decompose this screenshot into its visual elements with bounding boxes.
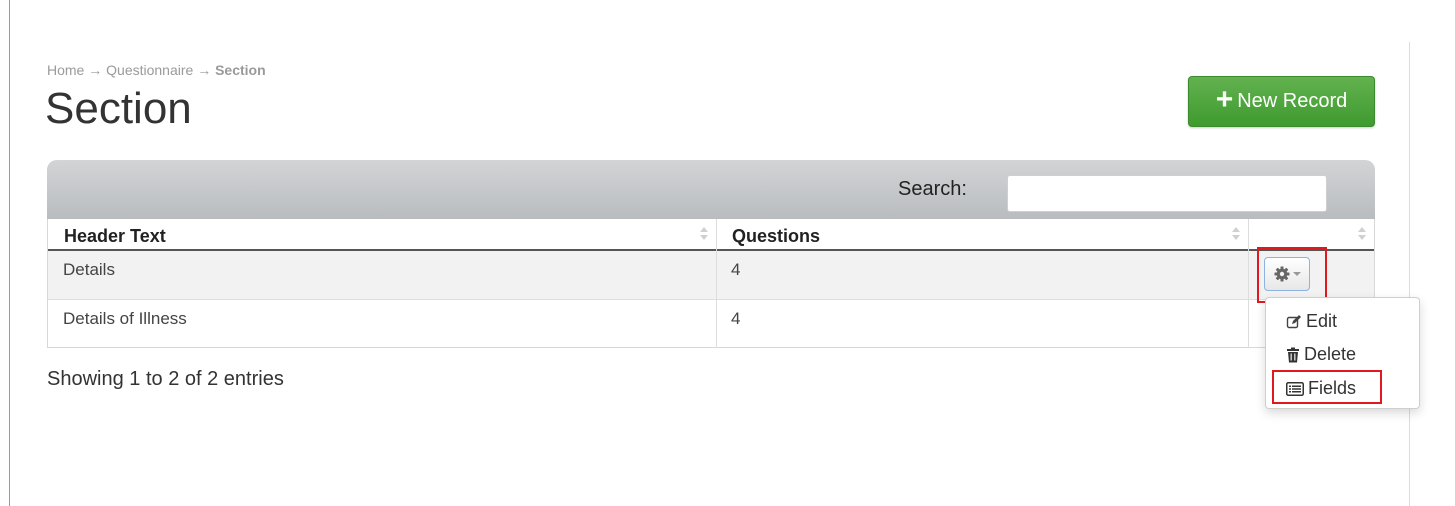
highlight-fields-item [1272, 370, 1382, 404]
right-border [1409, 42, 1410, 506]
trash-icon [1287, 347, 1299, 362]
breadcrumb: Home → Questionnaire → Section [47, 62, 266, 78]
cell-header-text: Details [63, 260, 115, 279]
menu-item-label: Edit [1306, 311, 1338, 331]
new-record-label: New Record [1237, 90, 1348, 112]
table-info: Showing 1 to 2 of 2 entries [47, 368, 284, 390]
sort-icon [1358, 227, 1366, 241]
menu-item-label: Delete [1304, 344, 1357, 364]
plus-icon: + [1215, 83, 1234, 116]
menu-item-delete[interactable]: Delete [1286, 344, 1356, 365]
cell-questions: 4 [731, 260, 741, 279]
search-label: Search: [898, 178, 967, 200]
breadcrumb-separator: → [197, 62, 212, 78]
breadcrumb-questionnaire[interactable]: Questionnaire [106, 62, 193, 78]
left-border [9, 0, 10, 506]
table-row [48, 300, 1374, 348]
column-header-label: Questions [732, 226, 821, 246]
breadcrumb-current: Section [215, 62, 266, 78]
menu-item-edit[interactable]: Edit [1286, 311, 1337, 332]
page-title: Section [45, 84, 192, 133]
cell-header-text: Details of Illness [63, 309, 187, 328]
breadcrumb-home[interactable]: Home [47, 62, 84, 78]
search-input[interactable] [1007, 175, 1327, 212]
sort-icon [700, 227, 708, 241]
column-header-label: Header Text [64, 226, 166, 246]
column-header-questions[interactable]: Questions [716, 219, 1248, 251]
sort-icon [1232, 227, 1240, 241]
cell-questions: 4 [731, 309, 741, 328]
column-divider [716, 219, 717, 348]
breadcrumb-separator: → [88, 62, 103, 78]
highlight-actions-button [1257, 247, 1327, 303]
new-record-button[interactable]: + New Record [1188, 76, 1375, 127]
column-divider [1248, 219, 1249, 348]
edit-icon [1286, 314, 1301, 328]
column-header-header-text[interactable]: Header Text [48, 219, 716, 251]
table-row [48, 251, 1374, 300]
